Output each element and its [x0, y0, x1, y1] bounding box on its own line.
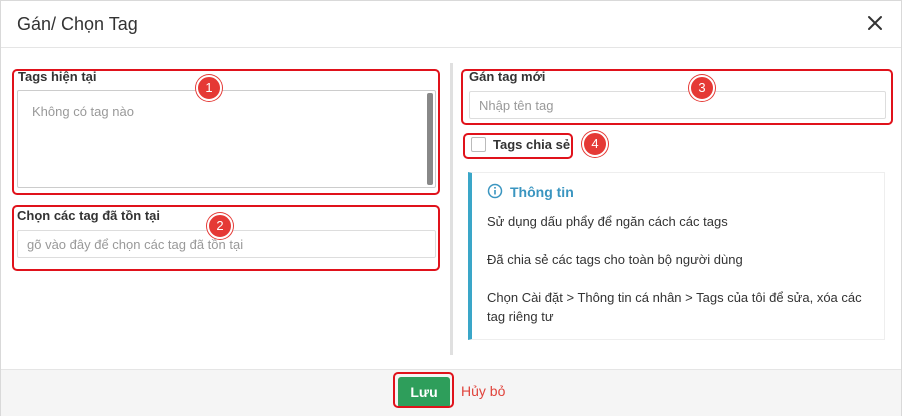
column-divider [450, 63, 453, 355]
tag-dialog: Gán/ Chọn Tag Tags hiện tại Không có tag… [0, 0, 902, 416]
share-tags-label[interactable]: Tags chia sẻ [493, 137, 570, 152]
choose-existing-placeholder: gõ vào đây để chọn các tag đã tồn tại [27, 237, 244, 252]
dialog-header: Gán/ Chọn Tag [1, 1, 901, 48]
share-tags-checkbox[interactable] [471, 137, 486, 152]
cancel-button[interactable]: Hủy bỏ [461, 383, 505, 399]
scrollbar[interactable] [427, 93, 433, 185]
annotation-badge-1: 1 [196, 75, 222, 101]
info-title: Thông tin [510, 184, 574, 200]
current-tags-placeholder: Không có tag nào [32, 104, 134, 119]
new-tag-placeholder: Nhập tên tag [479, 98, 554, 113]
info-icon [487, 183, 503, 199]
new-tag-input[interactable]: Nhập tên tag [469, 91, 886, 119]
choose-existing-label: Chọn các tag đã tồn tại [17, 208, 161, 223]
annotation-badge-4: 4 [582, 131, 608, 157]
current-tags-box[interactable]: Không có tag nào [17, 90, 436, 188]
info-line-shared: Đã chia sẻ các tags cho toàn bộ người dù… [487, 252, 743, 267]
new-tag-label: Gán tag mới [469, 69, 546, 84]
dialog-title: Gán/ Chọn Tag [17, 14, 138, 34]
annotation-badge-2: 2 [207, 213, 233, 239]
close-icon[interactable] [863, 11, 887, 35]
info-line-separator: Sử dụng dấu phẩy để ngăn cách các tags [487, 214, 728, 229]
annotation-badge-3: 3 [689, 75, 715, 101]
dialog-footer [1, 369, 901, 416]
save-button[interactable]: Lưu [398, 377, 450, 408]
current-tags-label: Tags hiện tại [18, 69, 97, 84]
info-line-settings: Chọn Cài đặt > Thông tin cá nhân > Tags … [487, 290, 862, 324]
